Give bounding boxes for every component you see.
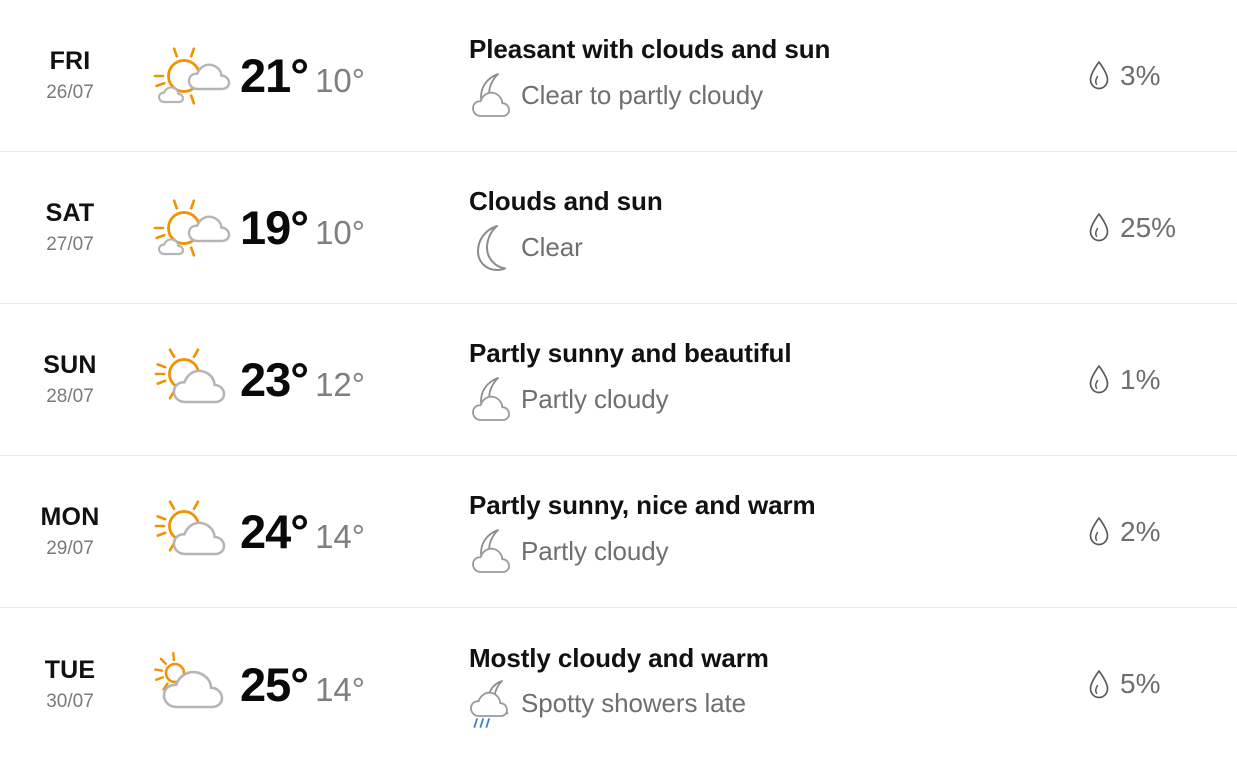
moon-cloud-icon (469, 73, 515, 117)
day-name: FRI (49, 47, 91, 75)
precipitation-probability: 2% (1120, 515, 1161, 547)
day-name: SUN (43, 351, 97, 379)
day-description: Partly sunny and beautiful (469, 338, 792, 369)
forecast-row[interactable]: SAT 27/07 19° 10° Clouds and sun Clear 25% (0, 152, 1237, 304)
description-column: Mostly cloudy and warm Spotty showers lat… (455, 642, 1087, 729)
night-description-group: Partly cloudy (469, 377, 1087, 421)
day-date: 26/07 (46, 82, 94, 103)
day-date-column: SAT 27/07 (0, 199, 140, 255)
day-description: Mostly cloudy and warm (469, 642, 769, 673)
night-description: Partly cloudy (521, 535, 669, 566)
day-date: 28/07 (46, 386, 94, 407)
precipitation-probability: 5% (1120, 668, 1161, 699)
moon-cloud-rain-icon (469, 680, 515, 729)
moon-cloud-icon (469, 529, 515, 573)
conditions-temperature-column: 23° 12° (140, 341, 455, 419)
day-name: SAT (45, 199, 95, 227)
precipitation-column: 25% (1087, 213, 1237, 243)
temperature-group: 25° 14° (240, 661, 365, 708)
forecast-row[interactable]: FRI 26/07 21° 10° Pleasant with clouds and s… (0, 0, 1237, 152)
precipitation-column: 1% (1087, 365, 1237, 395)
day-date: 29/07 (46, 538, 94, 559)
temperature-group: 24° 14° (240, 508, 365, 555)
precipitation-column: 2% (1087, 517, 1237, 547)
sun-cloud-icon (148, 37, 234, 115)
temperature-low: 10° (315, 214, 365, 251)
precipitation-column: 3% (1087, 61, 1237, 91)
droplet-icon (1087, 669, 1111, 699)
conditions-temperature-column: 25° 14° (140, 645, 455, 723)
forecast-row[interactable]: TUE 30/07 25° 14° Mostly cloudy and warm Spot… (0, 608, 1237, 760)
day-date: 27/07 (46, 234, 94, 255)
moon-cloud-icon (469, 377, 515, 421)
daily-forecast-list: FRI 26/07 21° 10° Pleasant with clouds and s… (0, 0, 1237, 760)
night-description: Spotty showers late (521, 688, 746, 719)
forecast-row[interactable]: SUN 28/07 23° 12° Partly sunny and beautiful… (0, 304, 1237, 456)
conditions-temperature-column: 21° 10° (140, 37, 455, 115)
sun-cloud-icon (148, 189, 234, 267)
mostly-cloudy-sun-icon (148, 645, 234, 723)
sun-behind-cloud-icon (148, 341, 234, 419)
temperature-group: 19° 10° (240, 204, 365, 251)
temperature-group: 21° 10° (240, 52, 365, 99)
day-date-column: SUN 28/07 (0, 351, 140, 407)
day-date-column: MON 29/07 (0, 503, 140, 559)
day-description: Clouds and sun (469, 186, 663, 217)
precipitation-probability: 3% (1120, 59, 1161, 91)
night-description-group: Spotty showers late (469, 680, 1087, 729)
precipitation-probability: 1% (1120, 363, 1161, 395)
conditions-temperature-column: 24° 14° (140, 493, 455, 571)
day-date: 30/07 (46, 690, 94, 712)
temperature-group: 23° 12° (240, 356, 365, 403)
droplet-icon (1087, 213, 1111, 243)
description-column: Partly sunny and beautiful Partly cloudy (455, 338, 1087, 421)
day-description: Partly sunny, nice and warm (469, 490, 816, 521)
temperature-high: 23° (240, 353, 309, 406)
temperature-low: 10° (315, 62, 365, 99)
temperature-low: 14° (315, 670, 365, 708)
precipitation-column: 5% (1087, 669, 1237, 699)
night-description: Clear (521, 231, 583, 262)
day-date-column: FRI 26/07 (0, 47, 140, 103)
sun-behind-cloud-icon (148, 493, 234, 571)
night-description: Partly cloudy (521, 383, 669, 414)
droplet-icon (1087, 61, 1111, 91)
day-name: TUE (44, 655, 96, 684)
temperature-high: 25° (240, 657, 309, 711)
description-column: Pleasant with clouds and sun Clear to par… (455, 34, 1087, 117)
conditions-temperature-column: 19° 10° (140, 189, 455, 267)
night-description-group: Clear to partly cloudy (469, 73, 1087, 117)
night-description-group: Partly cloudy (469, 529, 1087, 573)
droplet-icon (1087, 517, 1111, 547)
day-name: MON (40, 503, 100, 531)
day-date-column: TUE 30/07 (0, 655, 140, 712)
temperature-high: 19° (240, 201, 309, 254)
temperature-low: 14° (315, 518, 365, 555)
night-description: Clear to partly cloudy (521, 79, 764, 110)
day-description: Pleasant with clouds and sun (469, 34, 831, 65)
forecast-row[interactable]: MON 29/07 24° 14° Partly sunny, nice and war… (0, 456, 1237, 608)
droplet-icon (1087, 365, 1111, 395)
night-description-group: Clear (469, 224, 1087, 271)
precipitation-probability: 25% (1120, 211, 1177, 243)
description-column: Partly sunny, nice and warm Partly cloudy (455, 490, 1087, 573)
moon-icon (469, 224, 515, 271)
temperature-high: 21° (240, 49, 309, 102)
temperature-low: 12° (315, 366, 365, 403)
temperature-high: 24° (240, 505, 309, 558)
description-column: Clouds and sun Clear (455, 186, 1087, 271)
